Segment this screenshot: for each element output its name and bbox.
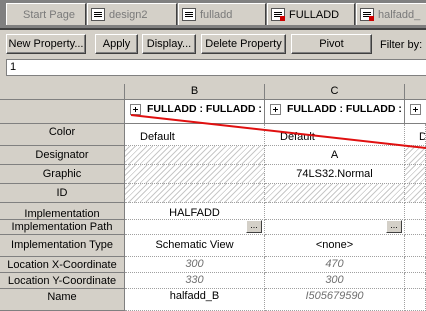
cell-edit-field[interactable]: 1 <box>6 59 426 76</box>
tab-label: fulladd <box>200 8 233 21</box>
apply-button[interactable]: Apply <box>95 34 138 54</box>
document-tab-bar: Start Page design2 fulladd FULLADD halfa… <box>0 0 426 30</box>
tab-label: halfadd_ <box>378 8 421 21</box>
property-editor-icon <box>271 8 285 21</box>
tab-fulladd-active[interactable]: FULLADD <box>267 3 355 25</box>
property-toolbar: New Property... Apply Display... Delete … <box>0 30 426 58</box>
property-editor-icon <box>360 8 374 21</box>
tab-start-page[interactable]: Start Page <box>6 3 86 25</box>
pivot-button[interactable]: Pivot <box>291 34 372 54</box>
schematic-page-icon <box>91 8 105 21</box>
property-grid: B C FULLADD : FULLADD : FULLADD : FULLAD… <box>0 84 426 311</box>
delete-property-button[interactable]: Delete Property <box>201 34 286 54</box>
display-button[interactable]: Display... <box>142 34 196 54</box>
tab-design2[interactable]: design2 <box>87 3 177 25</box>
red-annotation-line <box>130 114 426 149</box>
new-property-button[interactable]: New Property... <box>6 34 86 54</box>
tab-label: design2 <box>109 8 148 21</box>
annotation-line-stroke <box>130 114 426 149</box>
tab-fulladd[interactable]: fulladd <box>178 3 266 25</box>
tab-label: FULLADD <box>289 8 340 21</box>
tab-halfadd[interactable]: halfadd_ <box>356 3 426 25</box>
tab-label: Start Page <box>23 8 75 21</box>
filter-by-label: Filter by: <box>380 39 423 51</box>
schematic-page-icon <box>182 8 196 21</box>
